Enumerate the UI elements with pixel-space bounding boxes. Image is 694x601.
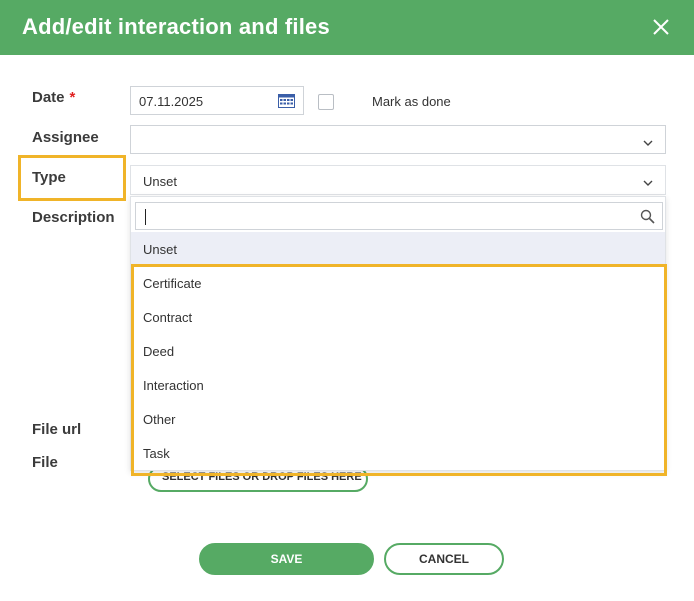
mark-as-done-checkbox[interactable] [318, 94, 334, 110]
close-icon[interactable] [650, 16, 672, 38]
save-button[interactable]: SAVE [199, 543, 374, 575]
required-mark: * [69, 89, 76, 106]
type-label-highlight [18, 155, 126, 201]
assignee-label: Assignee [32, 129, 99, 146]
assignee-select[interactable] [130, 125, 666, 154]
chevron-down-icon [643, 135, 653, 146]
description-label: Description [32, 209, 115, 226]
search-icon [640, 209, 655, 224]
option-unset[interactable]: Unset [131, 232, 665, 266]
calendar-icon[interactable] [278, 94, 295, 108]
text-caret [145, 209, 146, 225]
date-label-text: Date [32, 89, 65, 106]
dialog-header: Add/edit interaction and files [0, 0, 694, 55]
file-label: File [32, 454, 58, 471]
date-input[interactable]: 07.11.2025 [130, 86, 304, 115]
dialog-title: Add/edit interaction and files [22, 14, 330, 39]
cancel-button[interactable]: CANCEL [384, 543, 504, 575]
type-value: Unset [143, 174, 177, 189]
date-value: 07.11.2025 [139, 94, 204, 109]
option-label: Unset [143, 242, 177, 257]
chevron-down-icon [643, 175, 653, 186]
type-select[interactable]: Unset [130, 165, 666, 195]
options-highlight [131, 264, 667, 476]
file-url-label: File url [32, 421, 82, 438]
dropdown-search-input[interactable] [135, 202, 663, 230]
date-label: Date * [32, 89, 75, 106]
mark-as-done-label: Mark as done [372, 94, 451, 109]
